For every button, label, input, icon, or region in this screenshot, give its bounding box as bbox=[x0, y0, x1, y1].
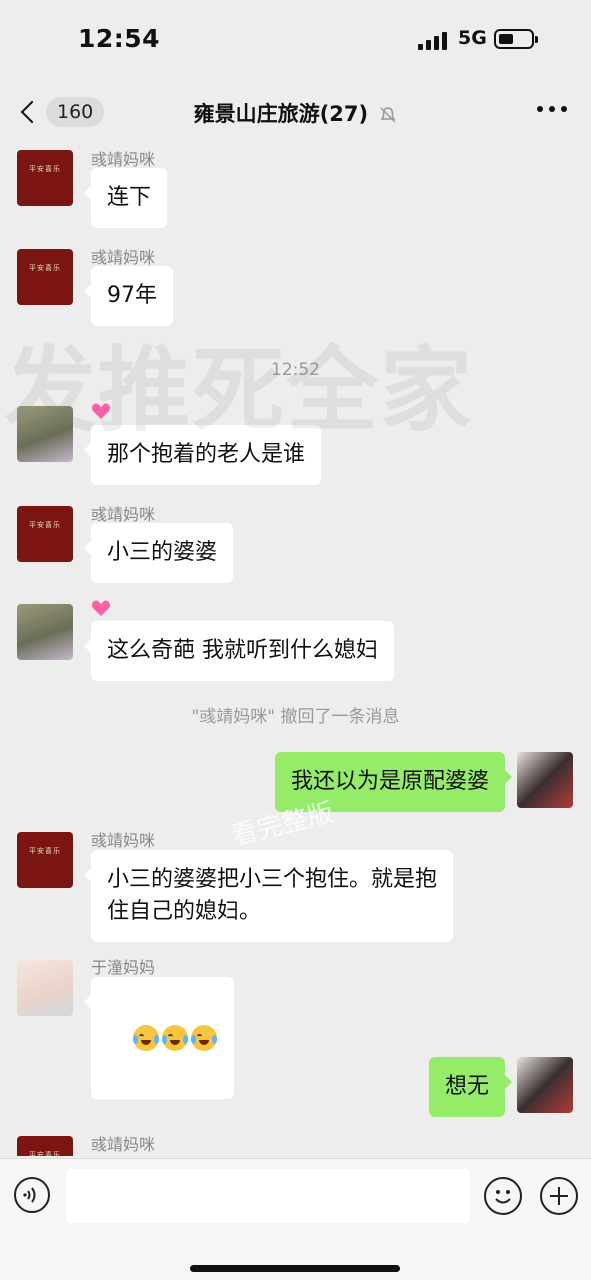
more-options-button[interactable] bbox=[537, 106, 567, 114]
input-bar bbox=[0, 1158, 591, 1280]
crying-laughing-emoji-icon bbox=[132, 1025, 159, 1051]
sent-message-bubble[interactable]: 想无 bbox=[428, 1057, 513, 1117]
heart-icon bbox=[91, 403, 111, 419]
avatar[interactable]: 平安喜乐 bbox=[17, 150, 73, 206]
avatar[interactable]: 平安喜乐 bbox=[17, 506, 73, 562]
timestamp: 12:52 bbox=[271, 360, 320, 380]
network-label: 5G bbox=[458, 27, 487, 49]
voice-icon bbox=[23, 1187, 36, 1203]
emoji-button[interactable] bbox=[484, 1177, 522, 1215]
recall-notice: "彧靖妈咪" 撤回了一条消息 bbox=[191, 707, 400, 727]
sender-name: 彧靖妈咪 bbox=[91, 248, 156, 267]
nav-bar: 160 雍景山庄旅游(27) bbox=[0, 82, 591, 142]
more-features-button[interactable] bbox=[540, 1177, 578, 1215]
crying-laughing-emoji-icon bbox=[190, 1025, 217, 1051]
sender-name: 于潼妈妈 bbox=[91, 958, 156, 977]
crying-laughing-emoji-icon bbox=[161, 1025, 188, 1051]
self-avatar[interactable] bbox=[517, 752, 573, 808]
sender-name: 彧靖妈咪 bbox=[91, 505, 156, 524]
avatar[interactable] bbox=[17, 960, 73, 1016]
avatar[interactable]: 平安喜乐 bbox=[17, 249, 73, 305]
message-bubble[interactable]: 小三的婆婆把小三个抱住。就是抱 住自己的媳妇。 bbox=[83, 850, 454, 942]
chat-title-text: 雍景山庄旅游(27) bbox=[193, 102, 369, 126]
message-bubble[interactable] bbox=[84, 977, 234, 1099]
message-bubble[interactable]: 这么奇葩 我就听到什么媳妇 bbox=[84, 621, 394, 681]
home-indicator[interactable] bbox=[190, 1265, 400, 1272]
signal-icon bbox=[418, 30, 450, 50]
avatar[interactable] bbox=[17, 604, 73, 660]
message-bubble[interactable]: 97年 bbox=[84, 266, 173, 326]
message-bubble[interactable]: 小三的婆婆 bbox=[83, 523, 234, 583]
sender-name: 彧靖妈咪 bbox=[91, 1135, 156, 1154]
chat-title[interactable]: 雍景山庄旅游(27) bbox=[0, 98, 591, 128]
smiley-icon bbox=[495, 1190, 511, 1204]
status-bar: 12:54 5G bbox=[0, 0, 591, 80]
sender-name: 彧靖妈咪 bbox=[91, 150, 156, 169]
avatar[interactable]: 平安喜乐 bbox=[17, 832, 73, 888]
message-list[interactable]: 平安喜乐 彧靖妈咪 连下 平安喜乐 彧靖妈咪 97年 12:52 那个抱着的老人… bbox=[0, 144, 591, 1156]
heart-icon bbox=[91, 600, 111, 616]
battery-icon bbox=[494, 29, 538, 49]
sender-name: 彧靖妈咪 bbox=[91, 831, 156, 850]
mute-bell-icon bbox=[380, 107, 396, 123]
message-bubble[interactable]: 那个抱着的老人是谁 bbox=[83, 425, 322, 485]
message-bubble[interactable]: 连下 bbox=[83, 168, 168, 228]
avatar[interactable] bbox=[17, 406, 73, 462]
voice-input-button[interactable] bbox=[14, 1177, 50, 1213]
avatar[interactable]: 平安喜乐 bbox=[17, 1136, 73, 1156]
status-time: 12:54 bbox=[78, 24, 161, 53]
sent-message-bubble[interactable]: 我还以为是原配婆婆 bbox=[274, 752, 513, 812]
self-avatar[interactable] bbox=[517, 1057, 573, 1113]
message-input[interactable] bbox=[66, 1169, 470, 1223]
